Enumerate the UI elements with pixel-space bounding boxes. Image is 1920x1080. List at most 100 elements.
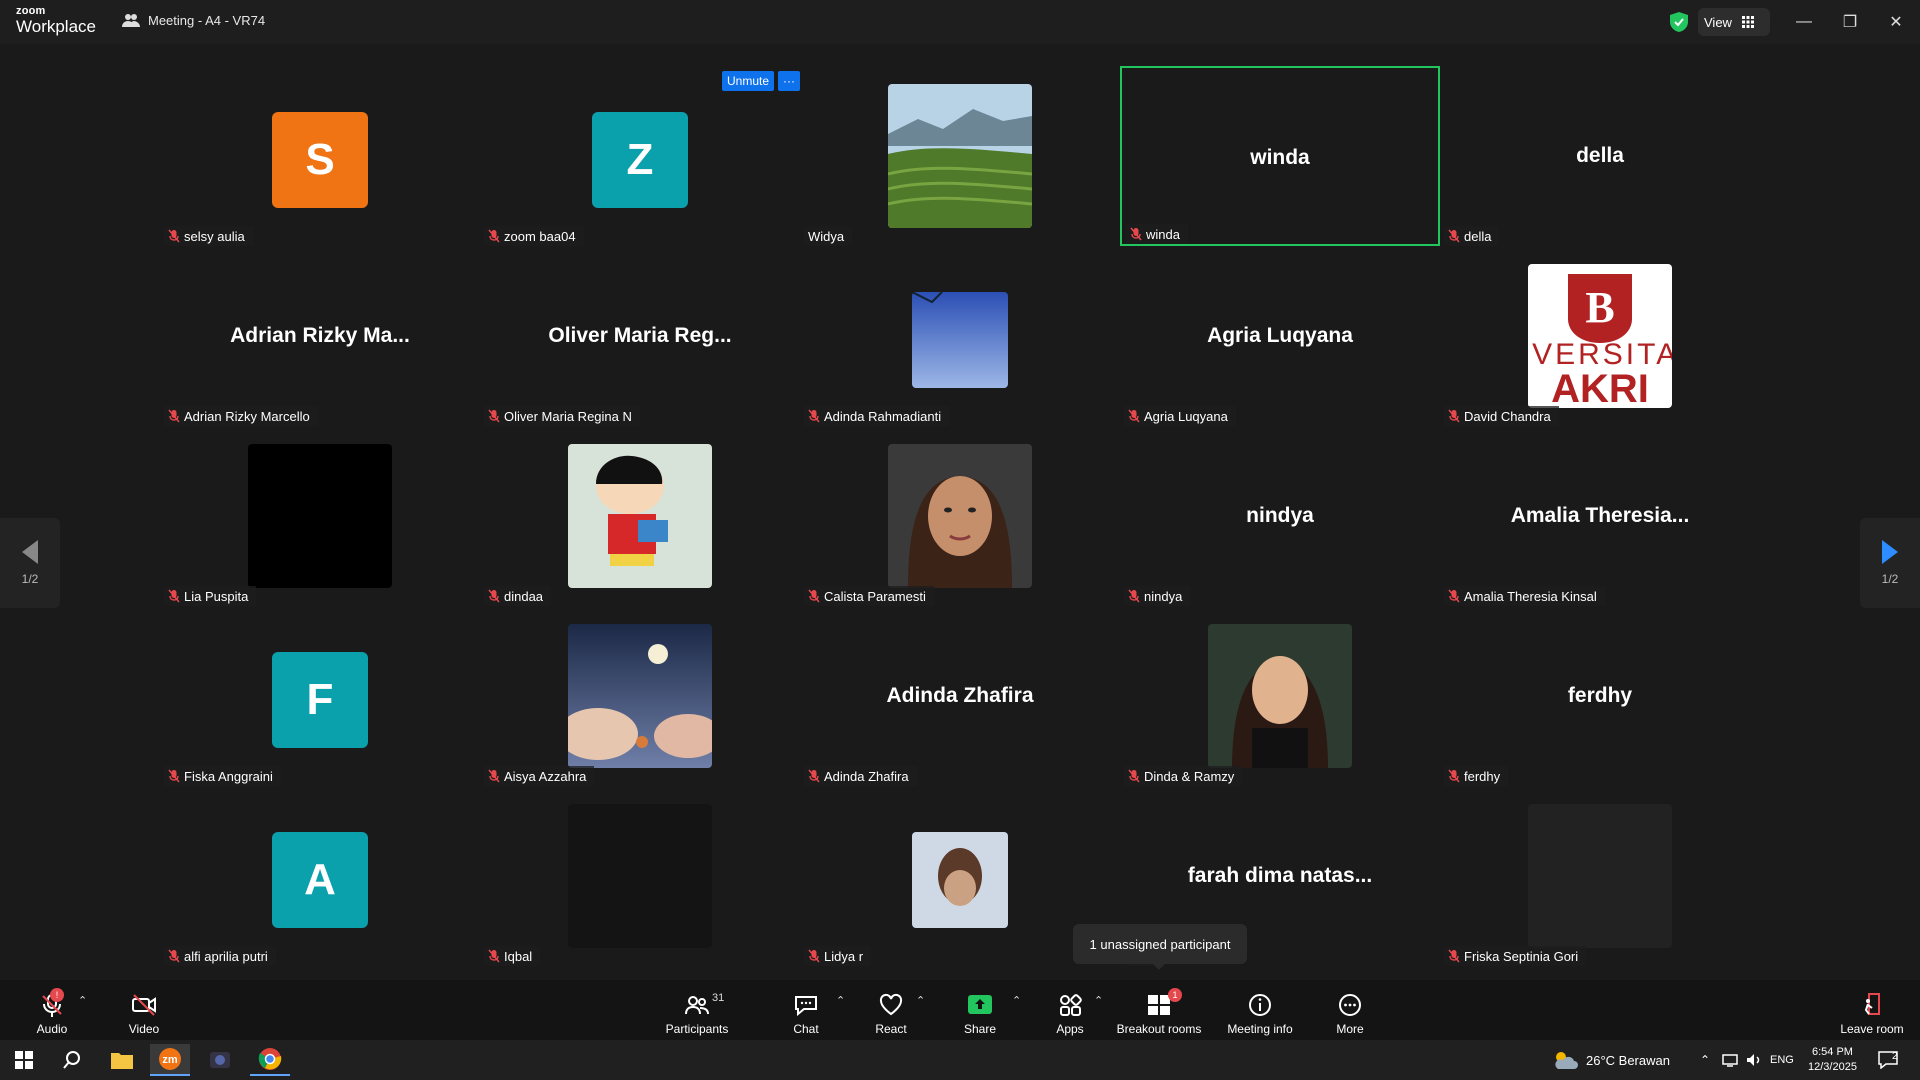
- encryption-shield-icon[interactable]: [1670, 12, 1688, 32]
- svg-text:zm: zm: [162, 1054, 178, 1066]
- mic-muted-icon: [488, 589, 500, 603]
- participant-name-tag: Amalia Theresia Kinsal: [1444, 586, 1605, 606]
- next-page-button[interactable]: 1/2: [1860, 518, 1920, 608]
- share-caret-icon[interactable]: ⌃: [1012, 994, 1021, 1007]
- view-button[interactable]: View: [1698, 8, 1770, 36]
- chat-button[interactable]: Chat: [786, 986, 826, 1036]
- participant-name-tag: Oliver Maria Regina N: [484, 406, 640, 426]
- participant-name-tag: Dinda & Ramzy: [1124, 766, 1243, 786]
- zoom-app-icon[interactable]: zm: [150, 1044, 190, 1076]
- tile-more-button[interactable]: ···: [778, 71, 801, 91]
- meeting-title[interactable]: Meeting - A4 - VR74: [122, 12, 265, 28]
- network-icon[interactable]: [1722, 1053, 1738, 1067]
- page-indicator-right: 1/2: [1881, 572, 1899, 586]
- participant-display-name: winda: [1250, 146, 1310, 169]
- unassigned-tooltip: 1 unassigned participant: [1073, 924, 1247, 970]
- participant-tile[interactable]: Lia Puspita: [160, 426, 480, 606]
- participant-tile[interactable]: F Fiska Anggraini: [160, 606, 480, 786]
- participants-count: 31: [712, 992, 725, 1004]
- react-caret-icon[interactable]: ⌃: [916, 994, 925, 1007]
- participant-tile[interactable]: Calista Paramesti: [800, 426, 1120, 606]
- react-button[interactable]: React: [871, 986, 911, 1036]
- participant-tile[interactable]: dindaa: [480, 426, 800, 606]
- audio-caret-icon[interactable]: ⌃: [78, 994, 87, 1007]
- participant-tile[interactable]: Iqbal: [480, 786, 800, 966]
- more-label: More: [1336, 1022, 1364, 1036]
- participant-tile[interactable]: Sselsy aulia: [160, 66, 480, 246]
- system-tray: [1722, 1040, 1762, 1080]
- mic-muted-icon: [1448, 409, 1460, 423]
- participant-tile[interactable]: Dinda & Ramzy: [1120, 606, 1440, 786]
- logo-text-workplace: Workplace: [16, 17, 96, 36]
- participant-tile[interactable]: della della: [1440, 66, 1760, 246]
- mic-muted-icon: [168, 949, 180, 963]
- participant-tile[interactable]: Oliver Maria Reg... Oliver Maria Regina N: [480, 246, 800, 426]
- volume-icon[interactable]: [1746, 1053, 1762, 1067]
- participant-tile[interactable]: Lidya r: [800, 786, 1120, 966]
- participant-name: ferdhy: [1464, 768, 1501, 784]
- video-button[interactable]: Video: [122, 986, 166, 1036]
- chat-caret-icon[interactable]: ⌃: [836, 994, 845, 1007]
- meeting-info-button[interactable]: Meeting info: [1222, 986, 1298, 1036]
- leave-room-label: Leave room: [1840, 1022, 1904, 1036]
- camera-app-icon[interactable]: [200, 1044, 240, 1076]
- info-icon: [1249, 994, 1271, 1016]
- participants-label: Participants: [665, 1022, 729, 1036]
- participant-name-tag: Iqbal: [484, 946, 541, 966]
- profile-photo: [888, 444, 1032, 588]
- language-indicator[interactable]: ENG: [1770, 1040, 1794, 1080]
- participant-name: nindya: [1144, 588, 1183, 604]
- participant-name-tag: Calista Paramesti: [804, 586, 934, 606]
- profile-photo: [568, 804, 712, 948]
- weather-widget[interactable]: 26°C Berawan: [1552, 1040, 1670, 1080]
- audio-label: Audio: [36, 1022, 68, 1036]
- clock[interactable]: 6:54 PM 12/3/2025: [1808, 1040, 1857, 1080]
- participant-name-tag: Lia Puspita: [164, 586, 257, 606]
- arrow-left-icon: [22, 540, 38, 564]
- participant-name-tag: Widya: [804, 226, 853, 246]
- minimize-icon[interactable]: —: [1784, 8, 1824, 36]
- title-bar: zoom Workplace Meeting - A4 - VR74 View …: [0, 0, 1920, 44]
- participant-tile[interactable]: Adinda Rahmadianti: [800, 246, 1120, 426]
- windows-start-icon[interactable]: [4, 1044, 44, 1076]
- more-button[interactable]: More: [1330, 986, 1370, 1036]
- apps-button[interactable]: Apps: [1050, 986, 1090, 1036]
- avatar: Z: [592, 112, 688, 208]
- participant-tile[interactable]: Friska Septinia Gori: [1440, 786, 1760, 966]
- tray-overflow-icon[interactable]: ⌃: [1700, 1040, 1710, 1080]
- participant-tile[interactable]: Widya: [800, 66, 1120, 246]
- windows-taskbar: zm 26°C Berawan ⌃ ENG 6:54 PM 12/3/2025 …: [0, 1040, 1920, 1080]
- participant-display-name: Adinda Zhafira: [886, 684, 1034, 707]
- mic-muted-icon: [1448, 769, 1460, 783]
- participant-name-tag: dindaa: [484, 586, 552, 606]
- participant-tile[interactable]: Amalia Theresia... Amalia Theresia Kinsal: [1440, 426, 1760, 606]
- leave-room-button[interactable]: Leave room: [1836, 986, 1908, 1036]
- close-icon[interactable]: ✕: [1876, 8, 1916, 36]
- participant-name-tag: David Chandra: [1444, 406, 1559, 426]
- participant-name: Calista Paramesti: [824, 588, 926, 604]
- file-explorer-icon[interactable]: [102, 1044, 142, 1076]
- participant-tile[interactable]: Aalfi aprilia putri: [160, 786, 480, 966]
- participant-tile[interactable]: Aisya Azzahra: [480, 606, 800, 786]
- participant-tile[interactable]: Adrian Rizky Ma... Adrian Rizky Marcello: [160, 246, 480, 426]
- participant-name-tag: Fiska Anggraini: [164, 766, 281, 786]
- participant-tile[interactable]: B IVERSITA AKRI David Chandra: [1440, 246, 1760, 426]
- participant-display-name: Agria Luqyana: [1207, 324, 1353, 347]
- participant-tile[interactable]: nindya nindya: [1120, 426, 1440, 606]
- participant-tile[interactable]: winda winda: [1120, 66, 1440, 246]
- participant-name: selsy aulia: [184, 228, 245, 244]
- share-button[interactable]: Share: [960, 986, 1000, 1036]
- participant-tile[interactable]: ferdhy ferdhy: [1440, 606, 1760, 786]
- restore-icon[interactable]: ❐: [1830, 8, 1870, 36]
- apps-caret-icon[interactable]: ⌃: [1094, 994, 1103, 1007]
- unmute-button[interactable]: Unmute: [722, 71, 775, 91]
- search-icon[interactable]: [52, 1044, 92, 1076]
- participant-tile[interactable]: Adinda Zhafira Adinda Zhafira: [800, 606, 1120, 786]
- participant-tile[interactable]: Zzoom baa04: [480, 66, 800, 246]
- chrome-icon[interactable]: [250, 1044, 290, 1076]
- participant-name: Aisya Azzahra: [504, 768, 587, 784]
- breakout-rooms-button[interactable]: Breakout rooms: [1114, 986, 1204, 1036]
- participant-name-tag: ferdhy: [1444, 766, 1509, 786]
- participant-tile[interactable]: Agria Luqyana Agria Luqyana: [1120, 246, 1440, 426]
- previous-page-button[interactable]: 1/2: [0, 518, 60, 608]
